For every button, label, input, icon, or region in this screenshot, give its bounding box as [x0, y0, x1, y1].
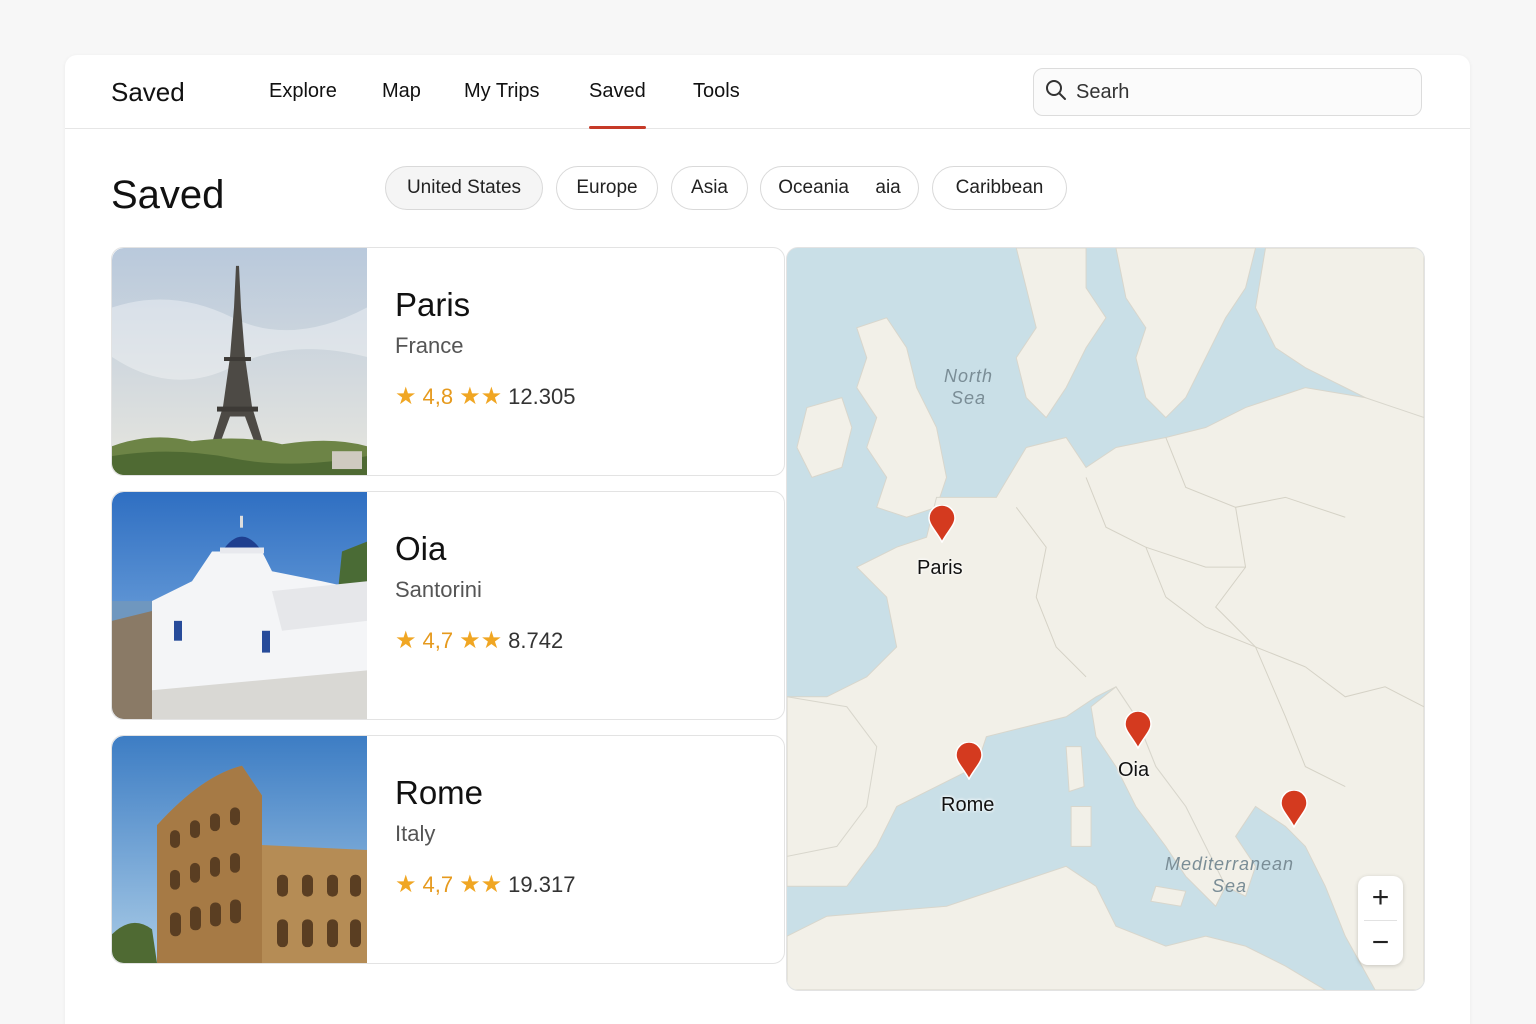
map-pin-oia[interactable]: [1124, 710, 1152, 750]
place-rating: ★ 4,8 ★ ★ 12.305: [395, 384, 575, 410]
place-card-paris[interactable]: Paris France ★ 4,8 ★ ★ 12.305: [111, 247, 785, 476]
eiffel-tower-photo: [112, 248, 367, 475]
filter-oceania[interactable]: Oceania aia: [760, 166, 919, 210]
north-sea-label: North Sea: [944, 366, 994, 408]
zoom-in-button[interactable]: +: [1358, 876, 1403, 920]
review-count: 19.317: [508, 872, 576, 897]
map-label-paris: Paris: [917, 557, 963, 579]
map-pin-paris[interactable]: [928, 504, 956, 544]
filter-asia[interactable]: Asia: [671, 166, 748, 210]
brand-title: Saved: [111, 77, 185, 107]
filter-caribbean[interactable]: Caribbean: [932, 166, 1067, 210]
map-view[interactable]: North Sea Mediterranean Sea Paris Oia Ro…: [786, 247, 1425, 991]
rating-value: 4,7: [422, 872, 454, 897]
search-icon: [1044, 78, 1068, 107]
rating-value: 4,8: [422, 384, 454, 409]
nav-tools[interactable]: Tools: [693, 80, 740, 103]
place-subtitle: Italy: [395, 821, 436, 846]
colosseum-photo: [112, 736, 367, 963]
pin-icon: [928, 504, 956, 544]
place-card-rome[interactable]: Rome Italy ★ 4,7 ★ ★ 19.317: [111, 735, 785, 964]
zoom-out-button[interactable]: −: [1358, 921, 1403, 965]
search-input[interactable]: [1076, 80, 1396, 104]
star-icon: ★: [459, 871, 481, 898]
place-name: Paris: [395, 286, 471, 323]
europe-map[interactable]: [787, 248, 1424, 990]
nav-my-trips[interactable]: My Trips: [464, 80, 540, 103]
nav-map[interactable]: Map: [382, 80, 421, 103]
pin-icon: [1124, 710, 1152, 750]
star-icon: ★: [395, 383, 417, 410]
place-name: Oia: [395, 530, 447, 567]
review-count: 12.305: [508, 384, 576, 409]
place-subtitle: France: [395, 333, 464, 358]
star-icon: ★: [480, 627, 503, 654]
star-icon: ★: [395, 627, 417, 654]
map-pin-unlabeled[interactable]: [1280, 789, 1308, 829]
pin-icon: [955, 741, 983, 781]
map-pin-rome[interactable]: [955, 741, 983, 781]
star-icon: ★: [480, 383, 503, 410]
zoom-controls: + −: [1358, 876, 1403, 965]
place-name: Rome: [395, 774, 484, 811]
star-icon: ★: [459, 383, 481, 410]
review-count: 8.742: [508, 628, 564, 653]
filter-united-states[interactable]: United States: [385, 166, 543, 210]
mediterranean-sea-label: Mediterranean Sea: [1165, 854, 1295, 896]
star-icon: ★: [459, 627, 481, 654]
place-card-oia[interactable]: Oia Santorini ★ 4,7 ★ ★ 8.742: [111, 491, 785, 720]
page-title: Saved: [111, 173, 225, 217]
place-subtitle: Santorini: [395, 577, 482, 602]
app-window: Saved Explore Map My Trips Saved Tools S…: [65, 55, 1470, 1024]
rating-value: 4,7: [422, 628, 454, 653]
search-box[interactable]: [1033, 68, 1422, 116]
filter-europe[interactable]: Europe: [556, 166, 658, 210]
star-icon: ★: [480, 871, 503, 898]
place-rating: ★ 4,7 ★ ★ 19.317: [395, 872, 575, 898]
star-icon: ★: [395, 871, 417, 898]
map-label-oia: Oia: [1118, 759, 1150, 781]
nav-saved[interactable]: Saved: [589, 80, 646, 129]
place-rating: ★ 4,7 ★ ★ 8.742: [395, 628, 563, 654]
map-label-rome: Rome: [941, 794, 995, 816]
top-bar: Saved Explore Map My Trips Saved Tools: [65, 55, 1470, 129]
nav-explore[interactable]: Explore: [269, 80, 337, 103]
santorini-church-photo: [112, 492, 367, 719]
pin-icon: [1280, 789, 1308, 829]
